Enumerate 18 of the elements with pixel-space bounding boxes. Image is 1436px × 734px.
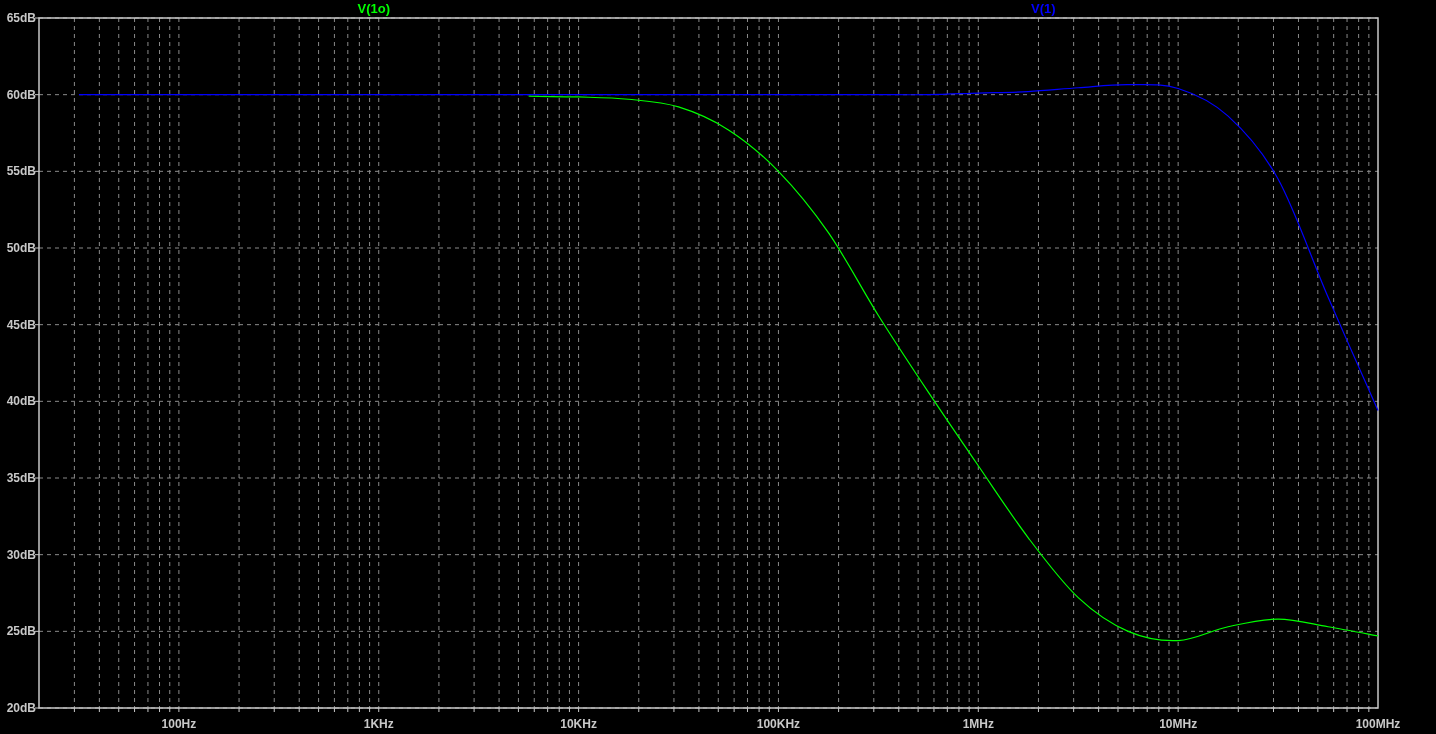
- x-axis-label: 100MHz: [1355, 717, 1401, 731]
- y-axis-label: 45dB: [6, 317, 36, 332]
- y-axis-label: 40dB: [6, 394, 36, 409]
- y-axis-label: 25dB: [6, 624, 36, 639]
- x-axis-label: 10KHz: [560, 717, 597, 731]
- y-axis-label: 35dB: [6, 471, 36, 485]
- trace-legend-label[interactable]: V(1o): [357, 1, 390, 16]
- y-axis-label: 55dB: [6, 164, 36, 179]
- y-axis-label: 60dB: [6, 87, 36, 102]
- x-axis-label: 1MHz: [962, 717, 994, 731]
- y-axis-label: 65dB: [6, 11, 36, 25]
- x-axis-label: 10MHz: [1159, 717, 1198, 731]
- x-axis-label: 100KHz: [756, 717, 801, 731]
- y-axis-label: 50dB: [6, 241, 36, 255]
- y-axis-label: 20dB: [6, 701, 36, 715]
- x-axis-label: 100Hz: [161, 717, 197, 731]
- x-axis-label: 1KHz: [363, 717, 394, 731]
- y-axis-label: 30dB: [6, 547, 36, 562]
